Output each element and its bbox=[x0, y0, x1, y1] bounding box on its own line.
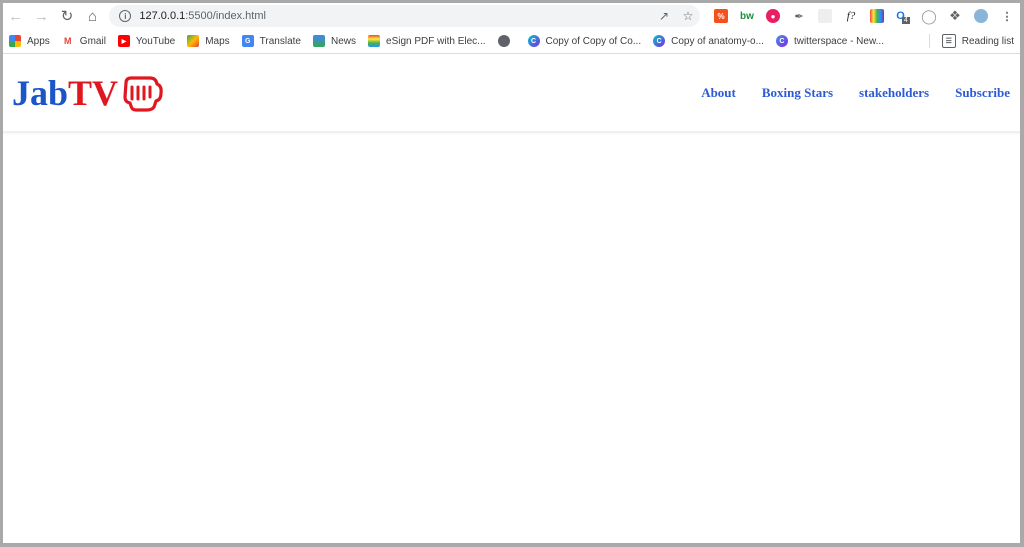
forward-button[interactable]: → bbox=[29, 3, 55, 29]
extension-palette-icon[interactable] bbox=[864, 5, 890, 27]
bookmark-label: Copy of anatomy-o... bbox=[671, 35, 764, 47]
fist-icon bbox=[123, 75, 163, 112]
browser-menu-icon[interactable]: ⋮ bbox=[994, 5, 1020, 27]
extensions-bar: % bw ● ✒ f? O4 ◯ ❖ ⋮ bbox=[708, 5, 1020, 27]
browser-toolbar: ← → ↻ ⌂ i 127.0.0.1:5500/index.html ↗ ☆ … bbox=[3, 3, 1020, 29]
bookmark-label: Gmail bbox=[79, 35, 106, 47]
bookmarks-bar: Apps M Gmail ▶ YouTube Maps G Translate New… bbox=[3, 29, 1020, 54]
url-host: 127.0.0.1 bbox=[139, 10, 186, 22]
share-icon[interactable]: ↗ bbox=[652, 9, 676, 23]
extension-eyedropper-icon[interactable]: ✒ bbox=[786, 5, 812, 27]
site-info-icon[interactable]: i bbox=[119, 10, 132, 22]
bookmark-canva-1[interactable]: C Copy of Copy of Co... bbox=[527, 35, 642, 47]
extension-bw-label: bw bbox=[740, 10, 754, 22]
bookmark-label: Copy of Copy of Co... bbox=[545, 35, 642, 47]
extension-bw-icon[interactable]: bw bbox=[734, 5, 760, 27]
bookmark-label: News bbox=[331, 35, 357, 47]
nav-about[interactable]: About bbox=[701, 85, 736, 101]
back-button[interactable]: ← bbox=[3, 3, 29, 29]
gmail-icon: M bbox=[64, 36, 72, 46]
extension-blank-icon[interactable] bbox=[812, 5, 838, 27]
bookmark-label: Translate bbox=[259, 35, 301, 47]
reload-button[interactable]: ↻ bbox=[54, 3, 80, 29]
canva-icon: C bbox=[775, 35, 788, 47]
extension-circle-icon[interactable]: ◯ bbox=[916, 5, 942, 27]
bookmark-label: Maps bbox=[205, 35, 230, 47]
bookmark-canva-3[interactable]: Ctwitterspace - New... bbox=[775, 35, 884, 47]
bookmark-apps[interactable]: Apps bbox=[9, 35, 50, 47]
profile-avatar[interactable] bbox=[968, 5, 994, 27]
nav-boxing-stars[interactable]: Boxing Stars bbox=[762, 85, 833, 101]
reading-list-label: Reading list bbox=[961, 35, 1014, 47]
url-text[interactable]: 127.0.0.1:5500/index.html bbox=[139, 10, 652, 22]
bookmark-label: eSign PDF with Elec... bbox=[386, 35, 486, 47]
nav-stakeholders[interactable]: stakeholders bbox=[859, 85, 929, 101]
bookmark-globe[interactable] bbox=[497, 35, 516, 47]
extension-font-icon[interactable]: f? bbox=[838, 5, 864, 27]
site-header: Jab TV About Boxing Stars stakeholders Su… bbox=[3, 54, 1020, 133]
bookmark-star-icon[interactable]: ☆ bbox=[676, 9, 700, 23]
url-path: :5500/index.html bbox=[185, 10, 266, 22]
esign-icon bbox=[368, 35, 381, 47]
main-nav: About Boxing Stars stakeholders Subscrib… bbox=[675, 85, 1010, 101]
site-logo[interactable]: Jab TV bbox=[12, 72, 164, 114]
reading-list-icon: ☰ bbox=[941, 34, 956, 48]
bookmark-canva-2[interactable]: C Copy of anatomy-o... bbox=[653, 35, 764, 47]
extension-badge: 4 bbox=[901, 16, 910, 24]
maps-icon bbox=[187, 35, 200, 47]
extension-font-label: f? bbox=[846, 10, 856, 22]
browser-window: ← → ↻ ⌂ i 127.0.0.1:5500/index.html ↗ ☆ … bbox=[3, 3, 1020, 543]
extension-percent-icon[interactable]: % bbox=[708, 5, 734, 27]
reading-list-button[interactable]: ☰ Reading list bbox=[941, 34, 1014, 48]
nav-subscribe[interactable]: Subscribe bbox=[955, 85, 1010, 101]
bookmark-esign[interactable]: eSign PDF with Elec... bbox=[368, 35, 486, 47]
bookmark-translate[interactable]: G Translate bbox=[241, 35, 301, 47]
bookmark-gmail[interactable]: M Gmail bbox=[62, 35, 106, 47]
extensions-puzzle-icon[interactable]: ❖ bbox=[942, 5, 968, 27]
bookmark-label: YouTube bbox=[135, 35, 176, 47]
canva-icon: C bbox=[527, 35, 540, 47]
news-icon bbox=[313, 35, 325, 47]
bookmark-maps[interactable]: Maps bbox=[187, 35, 230, 47]
bookmark-youtube[interactable]: ▶ YouTube bbox=[117, 35, 176, 47]
youtube-icon: ▶ bbox=[117, 35, 130, 47]
bookmark-label: Apps bbox=[27, 35, 50, 47]
bookmarks-divider bbox=[928, 34, 930, 48]
extension-search-icon[interactable]: O4 bbox=[890, 5, 916, 27]
extension-eye-icon[interactable]: ● bbox=[760, 5, 786, 27]
bookmark-news[interactable]: News bbox=[313, 35, 356, 47]
home-button[interactable]: ⌂ bbox=[80, 3, 106, 29]
logo-text-jab: Jab bbox=[12, 72, 69, 113]
apps-grid-icon bbox=[9, 35, 21, 47]
bookmark-label: twitterspace - New... bbox=[793, 35, 884, 47]
translate-icon: G bbox=[241, 35, 254, 47]
canva-icon: C bbox=[653, 35, 666, 47]
address-bar[interactable]: i 127.0.0.1:5500/index.html ↗ ☆ bbox=[109, 5, 700, 27]
logo-text-tv: TV bbox=[68, 72, 119, 113]
globe-icon bbox=[497, 35, 510, 47]
